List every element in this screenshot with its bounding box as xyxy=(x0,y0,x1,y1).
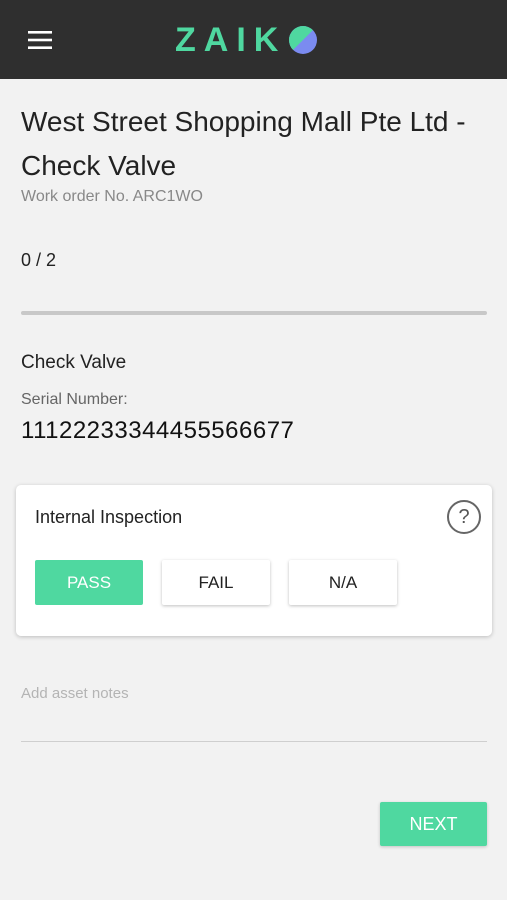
pass-button[interactable]: PASS xyxy=(35,560,143,605)
logo-text: ZAIK xyxy=(175,21,287,59)
inspection-card: Internal Inspection ? PASS FAIL N/A xyxy=(16,485,492,636)
fail-button[interactable]: FAIL xyxy=(162,560,270,605)
serial-number-value: 11122233344455566677 xyxy=(21,417,295,444)
logo-mark-icon xyxy=(289,26,318,54)
progress-counter: 0 / 2 xyxy=(21,250,57,270)
serial-number-label: Serial Number: xyxy=(21,391,128,408)
na-button[interactable]: N/A xyxy=(289,560,397,605)
work-order-title: West Street Shopping Mall Pte Ltd - Chec… xyxy=(21,106,466,181)
progress-bar xyxy=(21,311,487,315)
asset-name: Check Valve xyxy=(21,352,127,373)
app-bar: ZAIK xyxy=(0,0,507,79)
asset-notes-input[interactable] xyxy=(21,682,487,742)
inspection-title: Internal Inspection xyxy=(35,507,183,527)
menu-button[interactable] xyxy=(20,24,60,56)
zaiko-logo: ZAIK xyxy=(175,21,318,59)
hamburger-menu-icon xyxy=(28,31,52,49)
help-button[interactable]: ? xyxy=(447,500,481,534)
next-button[interactable]: NEXT xyxy=(380,802,487,846)
question-circle-icon: ? xyxy=(458,505,470,528)
work-order-number: Work order No. ARC1WO xyxy=(21,188,203,205)
